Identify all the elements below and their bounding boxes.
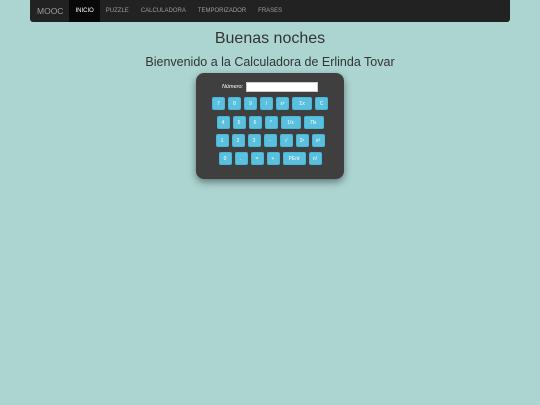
- key-2[interactable]: 2: [231, 134, 245, 147]
- calculator-display: Número:: [196, 82, 344, 92]
- key-clear[interactable]: C: [315, 97, 328, 110]
- nav-item-puzzle[interactable]: PUZZLE: [100, 0, 135, 22]
- nav-item-calculadora[interactable]: CALCULADORA: [135, 0, 192, 22]
- key-6[interactable]: 6: [248, 116, 262, 129]
- page-subtitle: Bienvenido a la Calculadora de Erlinda T…: [145, 55, 395, 69]
- key-row-4: 0 . = + PEnt n!: [196, 152, 344, 165]
- key-sqrt[interactable]: √: [279, 134, 293, 147]
- calculator: Número: 7 8 9 / x² Σx C 4 5 6 * 1/x Πx 1…: [196, 73, 344, 179]
- key-integer-part[interactable]: PEnt: [282, 152, 306, 165]
- key-row-2: 4 5 6 * 1/x Πx: [196, 116, 344, 129]
- navbar: MOOC INICIO PUZZLE CALCULADORA TEMPORIZA…: [30, 0, 510, 22]
- key-9[interactable]: 9: [244, 97, 257, 110]
- key-1[interactable]: 1: [215, 134, 229, 147]
- key-sum[interactable]: Σx: [292, 97, 312, 110]
- number-label: Número:: [221, 84, 244, 90]
- key-7[interactable]: 7: [212, 97, 225, 110]
- key-cube[interactable]: x³: [311, 134, 325, 147]
- key-subtract[interactable]: -: [263, 134, 277, 147]
- number-input[interactable]: [246, 82, 319, 92]
- key-product[interactable]: Πx: [303, 116, 324, 129]
- key-row-1: 7 8 9 / x² Σx C: [196, 97, 344, 110]
- nav-item-inicio[interactable]: INICIO: [69, 0, 100, 22]
- navbar-brand[interactable]: MOOC: [30, 0, 69, 22]
- key-equals[interactable]: =: [250, 152, 264, 165]
- key-reciprocal[interactable]: 1/x: [280, 116, 301, 129]
- key-8[interactable]: 8: [228, 97, 241, 110]
- key-add[interactable]: +: [266, 152, 280, 165]
- key-row-3: 1 2 3 - √ 2ˣ x³: [196, 134, 344, 147]
- key-divide[interactable]: /: [260, 97, 273, 110]
- page-title: Buenas noches: [214, 30, 326, 47]
- nav-item-frases[interactable]: FRASES: [252, 0, 288, 22]
- key-square[interactable]: x²: [276, 97, 289, 110]
- key-4[interactable]: 4: [216, 116, 230, 129]
- key-3[interactable]: 3: [247, 134, 261, 147]
- key-decimal[interactable]: .: [234, 152, 248, 165]
- key-multiply[interactable]: *: [264, 116, 278, 129]
- nav-item-temporizador[interactable]: TEMPORIZADOR: [192, 0, 252, 22]
- key-power-of-two[interactable]: 2ˣ: [295, 134, 309, 147]
- key-5[interactable]: 5: [232, 116, 246, 129]
- nav-menu: INICIO PUZZLE CALCULADORA TEMPORIZADOR F…: [69, 0, 288, 22]
- key-0[interactable]: 0: [218, 152, 232, 165]
- key-factorial[interactable]: n!: [308, 152, 322, 165]
